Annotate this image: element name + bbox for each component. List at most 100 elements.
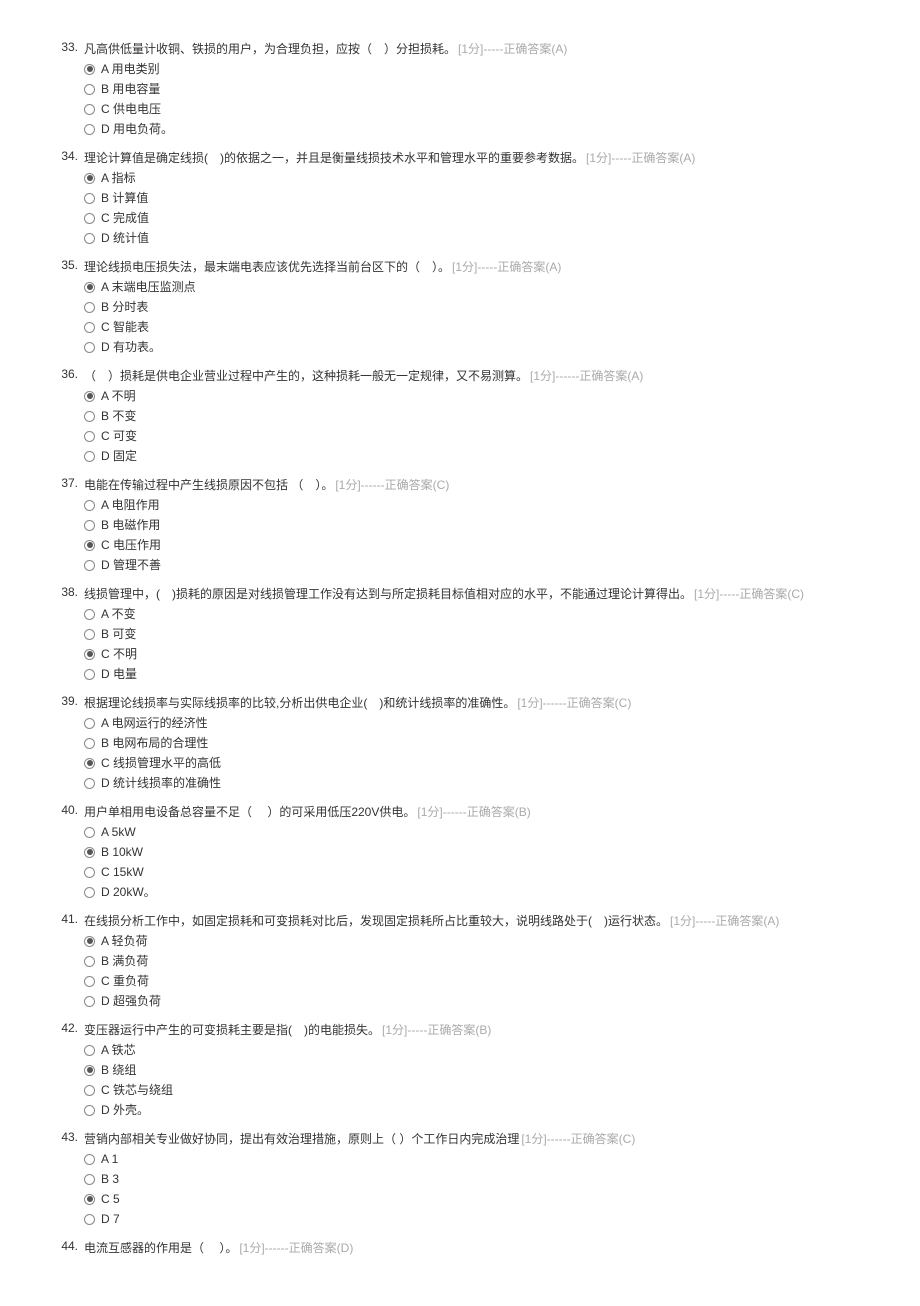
- question-header: 33.凡高供低量计收铜、铁损的用户，为合理负担，应按（ ）分担损耗。[1分]--…: [50, 40, 870, 57]
- option-row[interactable]: C 电压作用: [84, 535, 870, 555]
- radio-icon[interactable]: [84, 778, 95, 789]
- question-item: 40.用户单相用电设备总容量不足（ ）的可采用低压220V供电。[1分]----…: [50, 803, 870, 902]
- option-row[interactable]: B 计算值: [84, 188, 870, 208]
- radio-icon[interactable]: [84, 233, 95, 244]
- option-row[interactable]: D 固定: [84, 446, 870, 466]
- option-row[interactable]: D 有功表。: [84, 337, 870, 357]
- option-row[interactable]: B 用电容量: [84, 79, 870, 99]
- radio-icon[interactable]: [84, 64, 95, 75]
- option-row[interactable]: B 电网布局的合理性: [84, 733, 870, 753]
- option-row[interactable]: A 电阻作用: [84, 495, 870, 515]
- radio-icon[interactable]: [84, 887, 95, 898]
- option-row[interactable]: B 电磁作用: [84, 515, 870, 535]
- option-row[interactable]: B 绕组: [84, 1060, 870, 1080]
- question-text: 凡高供低量计收铜、铁损的用户，为合理负担，应按（ ）分担损耗。: [84, 42, 456, 56]
- question-item: 36.（ ）损耗是供电企业营业过程中产生的，这种损耗一般无一定规律，又不易测算。…: [50, 367, 870, 466]
- radio-icon[interactable]: [84, 936, 95, 947]
- radio-icon[interactable]: [84, 1174, 95, 1185]
- option-row[interactable]: C 不明: [84, 644, 870, 664]
- radio-icon[interactable]: [84, 976, 95, 987]
- radio-icon[interactable]: [84, 738, 95, 749]
- option-row[interactable]: D 统计线损率的准确性: [84, 773, 870, 793]
- option-row[interactable]: A 末端电压监测点: [84, 277, 870, 297]
- option-row[interactable]: D 外壳。: [84, 1100, 870, 1120]
- radio-icon[interactable]: [84, 213, 95, 224]
- option-row[interactable]: D 20kW。: [84, 882, 870, 902]
- radio-icon[interactable]: [84, 1105, 95, 1116]
- option-row[interactable]: A 铁芯: [84, 1040, 870, 1060]
- radio-icon[interactable]: [84, 322, 95, 333]
- option-row[interactable]: B 10kW: [84, 842, 870, 862]
- option-row[interactable]: D 7: [84, 1209, 870, 1229]
- option-label: C 重负荷: [101, 971, 149, 991]
- radio-icon[interactable]: [84, 649, 95, 660]
- radio-icon[interactable]: [84, 1045, 95, 1056]
- option-label: B 不变: [101, 406, 136, 426]
- radio-icon[interactable]: [84, 1065, 95, 1076]
- radio-icon[interactable]: [84, 847, 95, 858]
- radio-icon[interactable]: [84, 173, 95, 184]
- radio-icon[interactable]: [84, 1214, 95, 1225]
- option-row[interactable]: C 铁芯与绕组: [84, 1080, 870, 1100]
- radio-icon[interactable]: [84, 193, 95, 204]
- option-row[interactable]: A 轻负荷: [84, 931, 870, 951]
- radio-icon[interactable]: [84, 451, 95, 462]
- radio-icon[interactable]: [84, 500, 95, 511]
- option-row[interactable]: B 分时表: [84, 297, 870, 317]
- radio-icon[interactable]: [84, 758, 95, 769]
- option-row[interactable]: B 满负荷: [84, 951, 870, 971]
- radio-icon[interactable]: [84, 84, 95, 95]
- option-row[interactable]: B 可变: [84, 624, 870, 644]
- radio-icon[interactable]: [84, 282, 95, 293]
- radio-icon[interactable]: [84, 520, 95, 531]
- radio-icon[interactable]: [84, 1085, 95, 1096]
- option-row[interactable]: C 5: [84, 1189, 870, 1209]
- radio-icon[interactable]: [84, 302, 95, 313]
- radio-icon[interactable]: [84, 1194, 95, 1205]
- question-item: 44.电流互感器的作用是（ ）。[1分]------正确答案(D): [50, 1239, 870, 1256]
- option-row[interactable]: D 管理不善: [84, 555, 870, 575]
- option-row[interactable]: D 超强负荷: [84, 991, 870, 1011]
- option-row[interactable]: C 重负荷: [84, 971, 870, 991]
- option-row[interactable]: A 用电类别: [84, 59, 870, 79]
- radio-icon[interactable]: [84, 1154, 95, 1165]
- question-number: 44.: [50, 1239, 78, 1253]
- option-row[interactable]: A 1: [84, 1149, 870, 1169]
- option-row[interactable]: A 指标: [84, 168, 870, 188]
- option-row[interactable]: A 不变: [84, 604, 870, 624]
- radio-icon[interactable]: [84, 411, 95, 422]
- radio-icon[interactable]: [84, 609, 95, 620]
- radio-icon[interactable]: [84, 996, 95, 1007]
- question-text: 理论线损电压损失法，最末端电表应该优先选择当前台区下的（ ）。: [84, 260, 450, 274]
- radio-icon[interactable]: [84, 669, 95, 680]
- radio-icon[interactable]: [84, 718, 95, 729]
- option-list: A 5kWB 10kWC 15kWD 20kW。: [84, 822, 870, 902]
- option-row[interactable]: C 线损管理水平的高低: [84, 753, 870, 773]
- radio-icon[interactable]: [84, 560, 95, 571]
- radio-icon[interactable]: [84, 867, 95, 878]
- option-row[interactable]: C 供电电压: [84, 99, 870, 119]
- option-row[interactable]: A 5kW: [84, 822, 870, 842]
- radio-icon[interactable]: [84, 956, 95, 967]
- option-row[interactable]: C 智能表: [84, 317, 870, 337]
- radio-icon[interactable]: [84, 104, 95, 115]
- option-row[interactable]: A 不明: [84, 386, 870, 406]
- option-row[interactable]: D 统计值: [84, 228, 870, 248]
- option-row[interactable]: B 3: [84, 1169, 870, 1189]
- radio-icon[interactable]: [84, 540, 95, 551]
- radio-icon[interactable]: [84, 431, 95, 442]
- option-label: A 末端电压监测点: [101, 277, 196, 297]
- question-header: 44.电流互感器的作用是（ ）。[1分]------正确答案(D): [50, 1239, 870, 1256]
- option-row[interactable]: C 完成值: [84, 208, 870, 228]
- radio-icon[interactable]: [84, 342, 95, 353]
- option-row[interactable]: C 可变: [84, 426, 870, 446]
- radio-icon[interactable]: [84, 827, 95, 838]
- radio-icon[interactable]: [84, 391, 95, 402]
- option-row[interactable]: D 电量: [84, 664, 870, 684]
- radio-icon[interactable]: [84, 124, 95, 135]
- option-row[interactable]: B 不变: [84, 406, 870, 426]
- radio-icon[interactable]: [84, 629, 95, 640]
- option-row[interactable]: D 用电负荷。: [84, 119, 870, 139]
- option-row[interactable]: A 电网运行的经济性: [84, 713, 870, 733]
- option-row[interactable]: C 15kW: [84, 862, 870, 882]
